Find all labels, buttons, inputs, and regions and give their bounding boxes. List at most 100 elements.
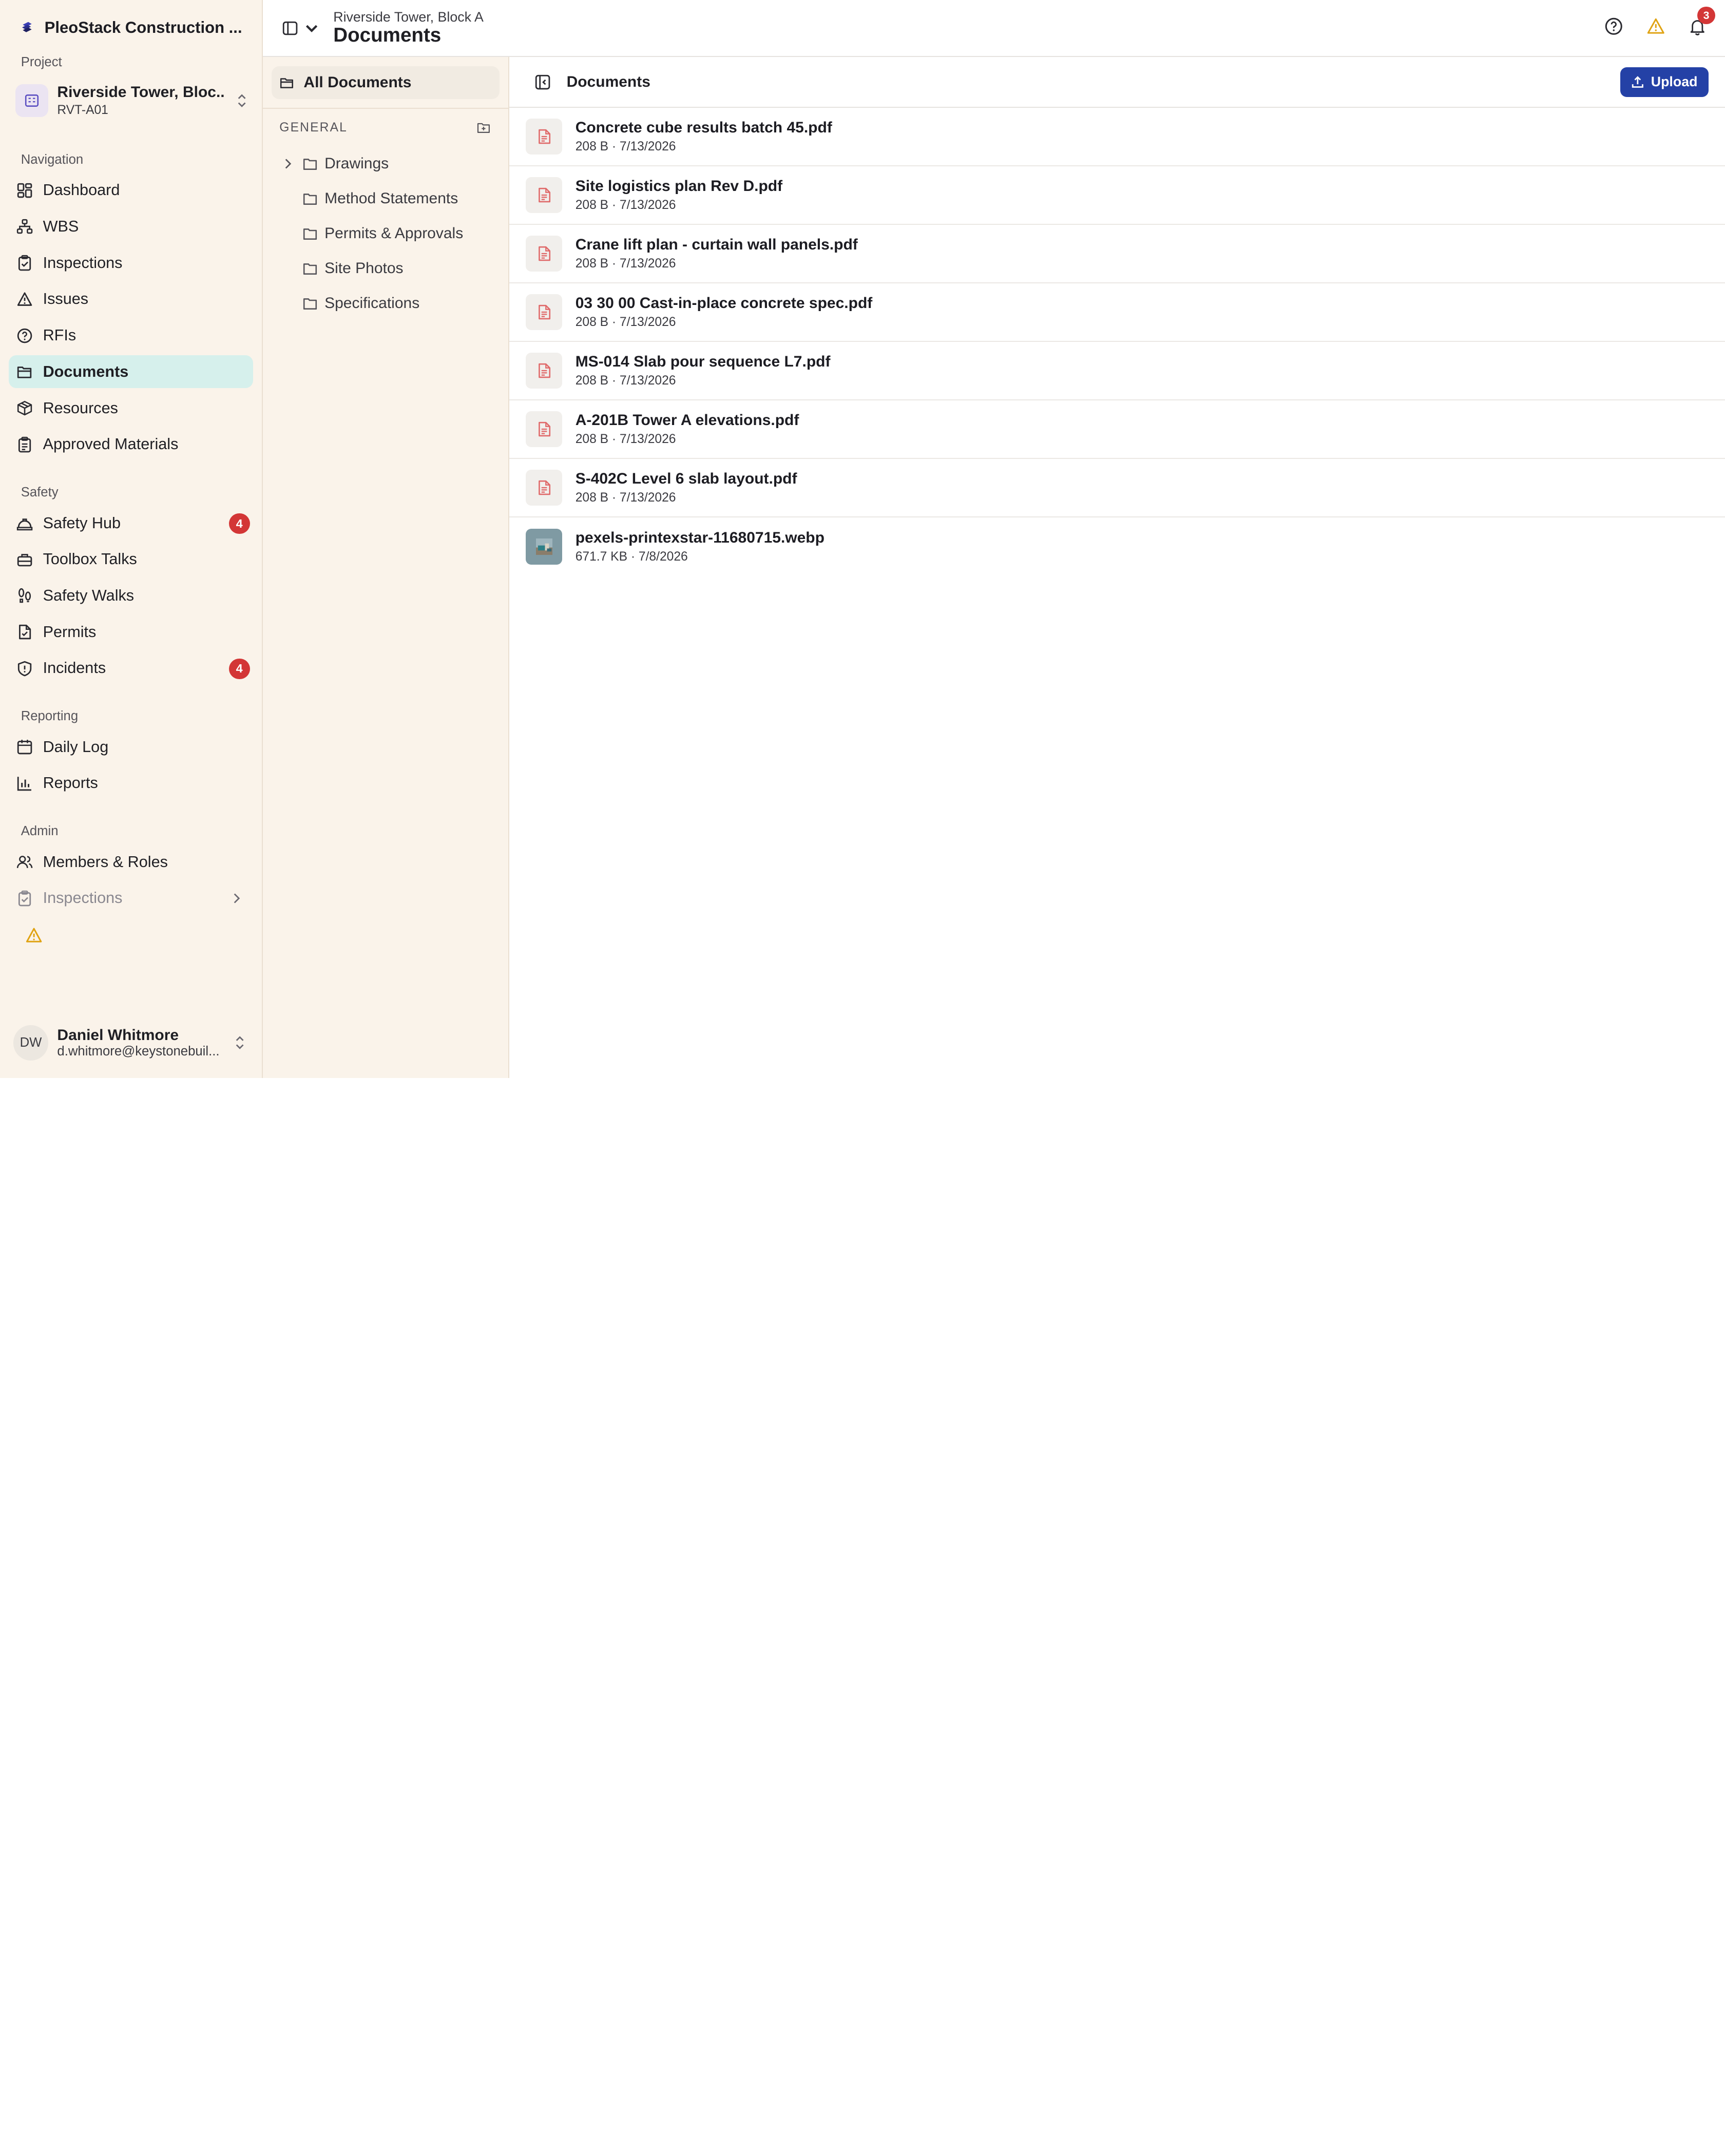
user-email: d.whitmore@keystonebuil... xyxy=(57,1044,220,1058)
sidebar-item-label: Toolbox Talks xyxy=(43,550,137,568)
document-name[interactable]: Crane lift plan - curtain wall panels.pd… xyxy=(576,236,858,254)
document-name[interactable]: 03 30 00 Cast-in-place concrete spec.pdf xyxy=(576,295,873,312)
documents-panel: Documents Upload Concrete cube results b… xyxy=(509,57,1725,1078)
sidebar-panel-icon xyxy=(282,21,297,35)
sidebar-item-safety-hub[interactable]: Safety Hub 4 xyxy=(9,507,253,540)
sidebar-item-dashboard[interactable]: Dashboard xyxy=(9,174,253,207)
sidebar-item-label: Daily Log xyxy=(43,738,109,756)
sidebar-item-permits[interactable]: Permits xyxy=(9,615,253,648)
breadcrumb: Riverside Tower, Block A Documents xyxy=(333,9,484,47)
documents-title: Documents xyxy=(566,73,650,90)
document-name[interactable]: S-402C Level 6 slab layout.pdf xyxy=(576,470,797,488)
folder-label: Permits & Approvals xyxy=(324,224,464,242)
document-name[interactable]: Concrete cube results batch 45.pdf xyxy=(576,119,832,137)
document-row[interactable]: Concrete cube results batch 45.pdf 208 B … xyxy=(509,108,1725,166)
upload-button[interactable]: Upload xyxy=(1620,67,1709,97)
folder-item-drawings[interactable]: Drawings xyxy=(272,146,500,181)
document-row[interactable]: Crane lift plan - curtain wall panels.pd… xyxy=(509,225,1725,283)
count-badge: 4 xyxy=(228,658,250,680)
document-meta: 671.7 KB · 7/8/2026 xyxy=(575,550,688,564)
document-row[interactable]: A-201B Tower A elevations.pdf 208 B · 7/1… xyxy=(509,400,1725,459)
new-folder-icon[interactable] xyxy=(476,121,491,135)
sidebar-item-daily-log[interactable]: Daily Log xyxy=(9,730,253,763)
building-icon xyxy=(15,84,49,118)
document-meta: 208 B · 7/13/2026 xyxy=(575,374,676,388)
document-name[interactable]: A-201B Tower A elevations.pdf xyxy=(576,412,799,429)
document-name[interactable]: pexels-printexstar-11680715.webp xyxy=(576,529,825,547)
alerts-button[interactable] xyxy=(1646,16,1666,36)
sidebar-item-reports[interactable]: Reports xyxy=(9,767,253,800)
user-menu[interactable]: DW Daniel Whitmore d.whitmore@keystonebu… xyxy=(0,1021,262,1065)
chevron-up-down-icon xyxy=(238,94,246,107)
sidebar-item-resources[interactable]: Resources xyxy=(9,392,253,425)
nav-group-reporting: Reporting Daily Log Reports xyxy=(0,709,262,800)
document-name[interactable]: Site logistics plan Rev D.pdf xyxy=(576,178,782,195)
folder-section-label: GENERAL xyxy=(279,120,348,134)
pdf-file-icon xyxy=(526,469,562,506)
sidebar-item-members-and-roles[interactable]: Members & Roles xyxy=(9,845,253,878)
folder-item-permits-and-approvals[interactable]: Permits & Approvals xyxy=(272,216,500,251)
folder-open-icon xyxy=(280,78,294,88)
document-row[interactable]: pexels-printexstar-11680715.webp 671.7 KB… xyxy=(509,517,1725,576)
nav-group-navigation: Navigation Dashboard WBS Inspections Issues R… xyxy=(0,152,262,461)
file-check-icon xyxy=(19,624,31,640)
documents-header: Documents Upload xyxy=(509,57,1725,108)
sidebar-toggle-button[interactable] xyxy=(282,20,320,36)
page-title: Documents xyxy=(333,24,442,47)
calendar-icon xyxy=(17,740,32,755)
folder-open-icon xyxy=(17,367,32,378)
document-name[interactable]: MS-014 Slab pour sequence L7.pdf xyxy=(576,353,831,371)
collapse-panel-icon[interactable] xyxy=(534,74,551,90)
chevron-up-down-icon xyxy=(236,1036,244,1050)
warning-icon xyxy=(17,292,32,306)
count-badge: 4 xyxy=(228,513,250,534)
breadcrumb-parent[interactable]: Riverside Tower, Block A xyxy=(333,9,484,25)
document-meta: 208 B · 7/13/2026 xyxy=(575,491,676,505)
sidebar-item-label: Issues xyxy=(43,290,89,308)
sidebar-item-issues[interactable]: Issues xyxy=(9,283,253,316)
sidebar-item-label: Resources xyxy=(43,399,118,417)
document-row[interactable]: MS-014 Slab pour sequence L7.pdf 208 B · … xyxy=(509,342,1725,400)
document-row[interactable]: S-402C Level 6 slab layout.pdf 208 B · 7/… xyxy=(509,459,1725,517)
sidebar-item-label: Safety Walks xyxy=(43,586,135,604)
sidebar-item-safety-walks[interactable]: Safety Walks xyxy=(9,579,253,612)
nav-group-safety: Safety Safety Hub 4 Toolbox Talks Safety Wal… xyxy=(0,485,262,685)
project-name: Riverside Tower, Bloc... xyxy=(57,83,225,101)
sidebar-warning[interactable] xyxy=(0,918,262,949)
folder-item-method-statements[interactable]: Method Statements xyxy=(272,181,500,216)
project-switcher[interactable]: Riverside Tower, Bloc... RVT-A01 xyxy=(15,76,253,125)
package-icon xyxy=(17,400,32,416)
sidebar-item-toolbox-talks[interactable]: Toolbox Talks xyxy=(9,543,253,576)
sidebar-item-inspections[interactable]: Inspections xyxy=(9,246,253,279)
sidebar-item-documents[interactable]: Documents xyxy=(9,355,253,389)
sidebar-item-label: Inspections xyxy=(43,254,123,272)
hierarchy-icon xyxy=(16,219,33,234)
sidebar-item-incidents[interactable]: Incidents 4 xyxy=(9,652,253,685)
sidebar-item-rfis[interactable]: RFIs xyxy=(9,319,253,352)
sidebar-item-approved-materials[interactable]: Approved Materials xyxy=(9,428,253,461)
folder-item-site-photos[interactable]: Site Photos xyxy=(272,251,500,286)
footprints-icon xyxy=(18,588,31,603)
sidebar-item-inspections[interactable]: Inspections xyxy=(9,882,253,915)
folder-icon xyxy=(303,263,317,275)
document-row[interactable]: Site logistics plan Rev D.pdf 208 B · 7/1… xyxy=(509,166,1725,225)
all-documents-item[interactable]: All Documents xyxy=(272,66,500,99)
notifications-button[interactable]: 3 xyxy=(1688,6,1715,36)
folder-tree-panel: All Documents GENERAL Drawings Method Sta… xyxy=(263,57,510,1078)
document-row[interactable]: 03 30 00 Cast-in-place concrete spec.pdf… xyxy=(509,283,1725,342)
sidebar-item-label: Approved Materials xyxy=(43,435,179,453)
folder-item-specifications[interactable]: Specifications xyxy=(272,286,500,321)
pdf-file-icon xyxy=(526,177,562,214)
dashboard-icon xyxy=(17,183,32,198)
brand[interactable]: PleoStack Construction ... xyxy=(0,0,262,55)
document-meta: 208 B · 7/13/2026 xyxy=(575,432,676,447)
chevron-right-icon[interactable] xyxy=(280,156,296,171)
folder-icon xyxy=(303,298,317,310)
folder-label: Method Statements xyxy=(324,189,458,207)
users-icon xyxy=(16,856,33,868)
image-thumbnail xyxy=(526,528,562,565)
app-name: PleoStack Construction ... xyxy=(44,18,242,36)
sidebar-item-label: Dashboard xyxy=(43,181,120,199)
sidebar-item-wbs[interactable]: WBS xyxy=(9,210,253,243)
help-button[interactable] xyxy=(1604,16,1624,36)
